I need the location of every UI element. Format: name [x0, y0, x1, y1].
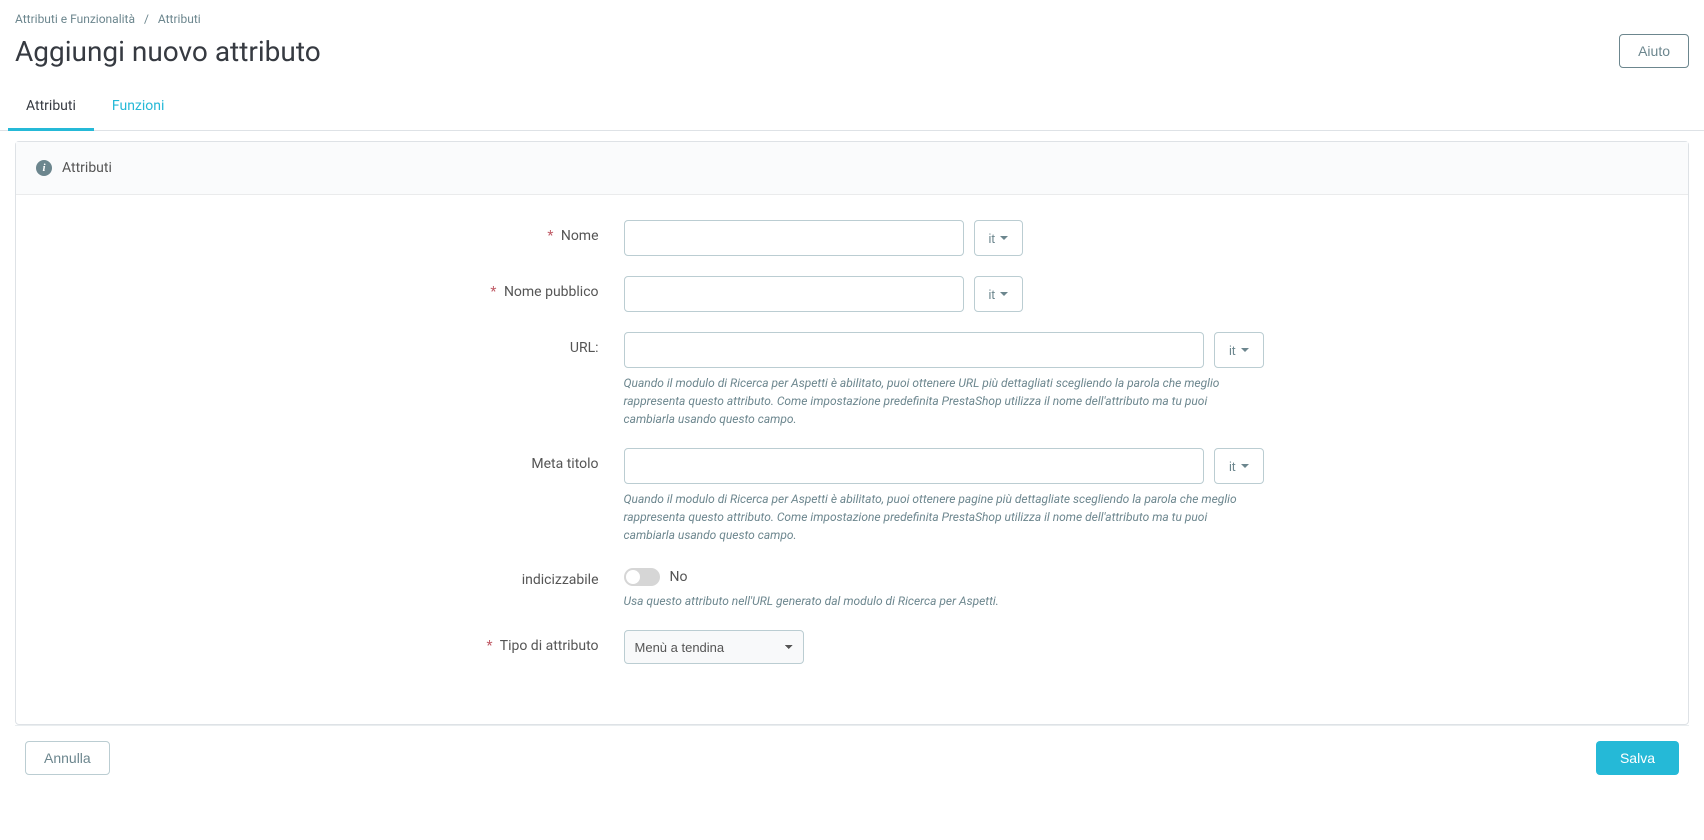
indexable-value-label: No — [670, 569, 688, 585]
panel-footer: Annulla Salva — [15, 725, 1689, 775]
public-name-lang-selector[interactable]: it — [974, 276, 1024, 312]
page-title: Aggiungi nuovo attributo — [15, 35, 321, 68]
row-url: URL: it Quando il modulo di Ricerca per … — [36, 332, 1668, 428]
lang-label: it — [1229, 343, 1236, 358]
label-name-text: Nome — [561, 228, 599, 244]
form-body: * Nome it * Nome pubblico — [16, 195, 1688, 724]
label-meta-title: Meta titolo — [36, 448, 624, 544]
label-attribute-type-text: Tipo di attributo — [500, 638, 599, 654]
required-marker: * — [490, 284, 496, 300]
label-indexable-text: indicizzabile — [522, 572, 599, 588]
breadcrumb: Attributi e Funzionalità / Attributi — [0, 0, 1704, 34]
url-help-text: Quando il modulo di Ricerca per Aspetti … — [624, 374, 1244, 428]
caret-down-icon — [1000, 292, 1008, 296]
url-lang-selector[interactable]: it — [1214, 332, 1264, 368]
panel-title: Attributi — [62, 160, 112, 176]
tabs: Attributi Funzioni — [0, 83, 1704, 131]
caret-down-icon — [1241, 348, 1249, 352]
attribute-type-select[interactable]: Menù a tendina — [624, 630, 804, 664]
lang-label: it — [989, 287, 996, 302]
label-indexable: indicizzabile — [36, 564, 624, 610]
save-button[interactable]: Salva — [1596, 741, 1679, 775]
page-header: Aggiungi nuovo attributo Aiuto — [0, 34, 1704, 83]
label-meta-title-text: Meta titolo — [531, 456, 598, 472]
label-attribute-type: * Tipo di attributo — [36, 630, 624, 664]
breadcrumb-root[interactable]: Attributi e Funzionalità — [15, 12, 135, 26]
tab-features[interactable]: Funzioni — [94, 84, 183, 131]
breadcrumb-current: Attributi — [158, 12, 201, 26]
label-url: URL: — [36, 332, 624, 428]
label-public-name: * Nome pubblico — [36, 276, 624, 312]
required-marker: * — [487, 638, 493, 654]
meta-title-lang-selector[interactable]: it — [1214, 448, 1264, 484]
caret-down-icon — [1241, 464, 1249, 468]
info-icon: i — [36, 160, 52, 176]
row-meta-title: Meta titolo it Quando il modulo di Ricer… — [36, 448, 1668, 544]
row-name: * Nome it — [36, 220, 1668, 256]
label-name: * Nome — [36, 220, 624, 256]
url-input[interactable] — [624, 332, 1205, 368]
label-url-text: URL: — [570, 340, 599, 356]
name-lang-selector[interactable]: it — [974, 220, 1024, 256]
indexable-help-text: Usa questo attributo nell'URL generato d… — [624, 592, 1244, 610]
required-marker: * — [547, 228, 553, 244]
row-public-name: * Nome pubblico it — [36, 276, 1668, 312]
cancel-button[interactable]: Annulla — [25, 741, 110, 775]
row-attribute-type: * Tipo di attributo Menù a tendina — [36, 630, 1668, 664]
panel-header: i Attributi — [16, 142, 1688, 195]
panel-attributes: i Attributi * Nome it * — [15, 141, 1689, 725]
breadcrumb-separator: / — [144, 12, 149, 26]
lang-label: it — [989, 231, 996, 246]
tab-attributes[interactable]: Attributi — [8, 84, 94, 131]
public-name-input[interactable] — [624, 276, 964, 312]
help-button[interactable]: Aiuto — [1619, 34, 1689, 68]
indexable-toggle[interactable] — [624, 568, 660, 586]
meta-title-input[interactable] — [624, 448, 1205, 484]
meta-title-help-text: Quando il modulo di Ricerca per Aspetti … — [624, 490, 1244, 544]
row-indexable: indicizzabile No Usa questo attributo ne… — [36, 564, 1668, 610]
caret-down-icon — [1000, 236, 1008, 240]
label-public-name-text: Nome pubblico — [504, 284, 599, 300]
name-input[interactable] — [624, 220, 964, 256]
lang-label: it — [1229, 459, 1236, 474]
